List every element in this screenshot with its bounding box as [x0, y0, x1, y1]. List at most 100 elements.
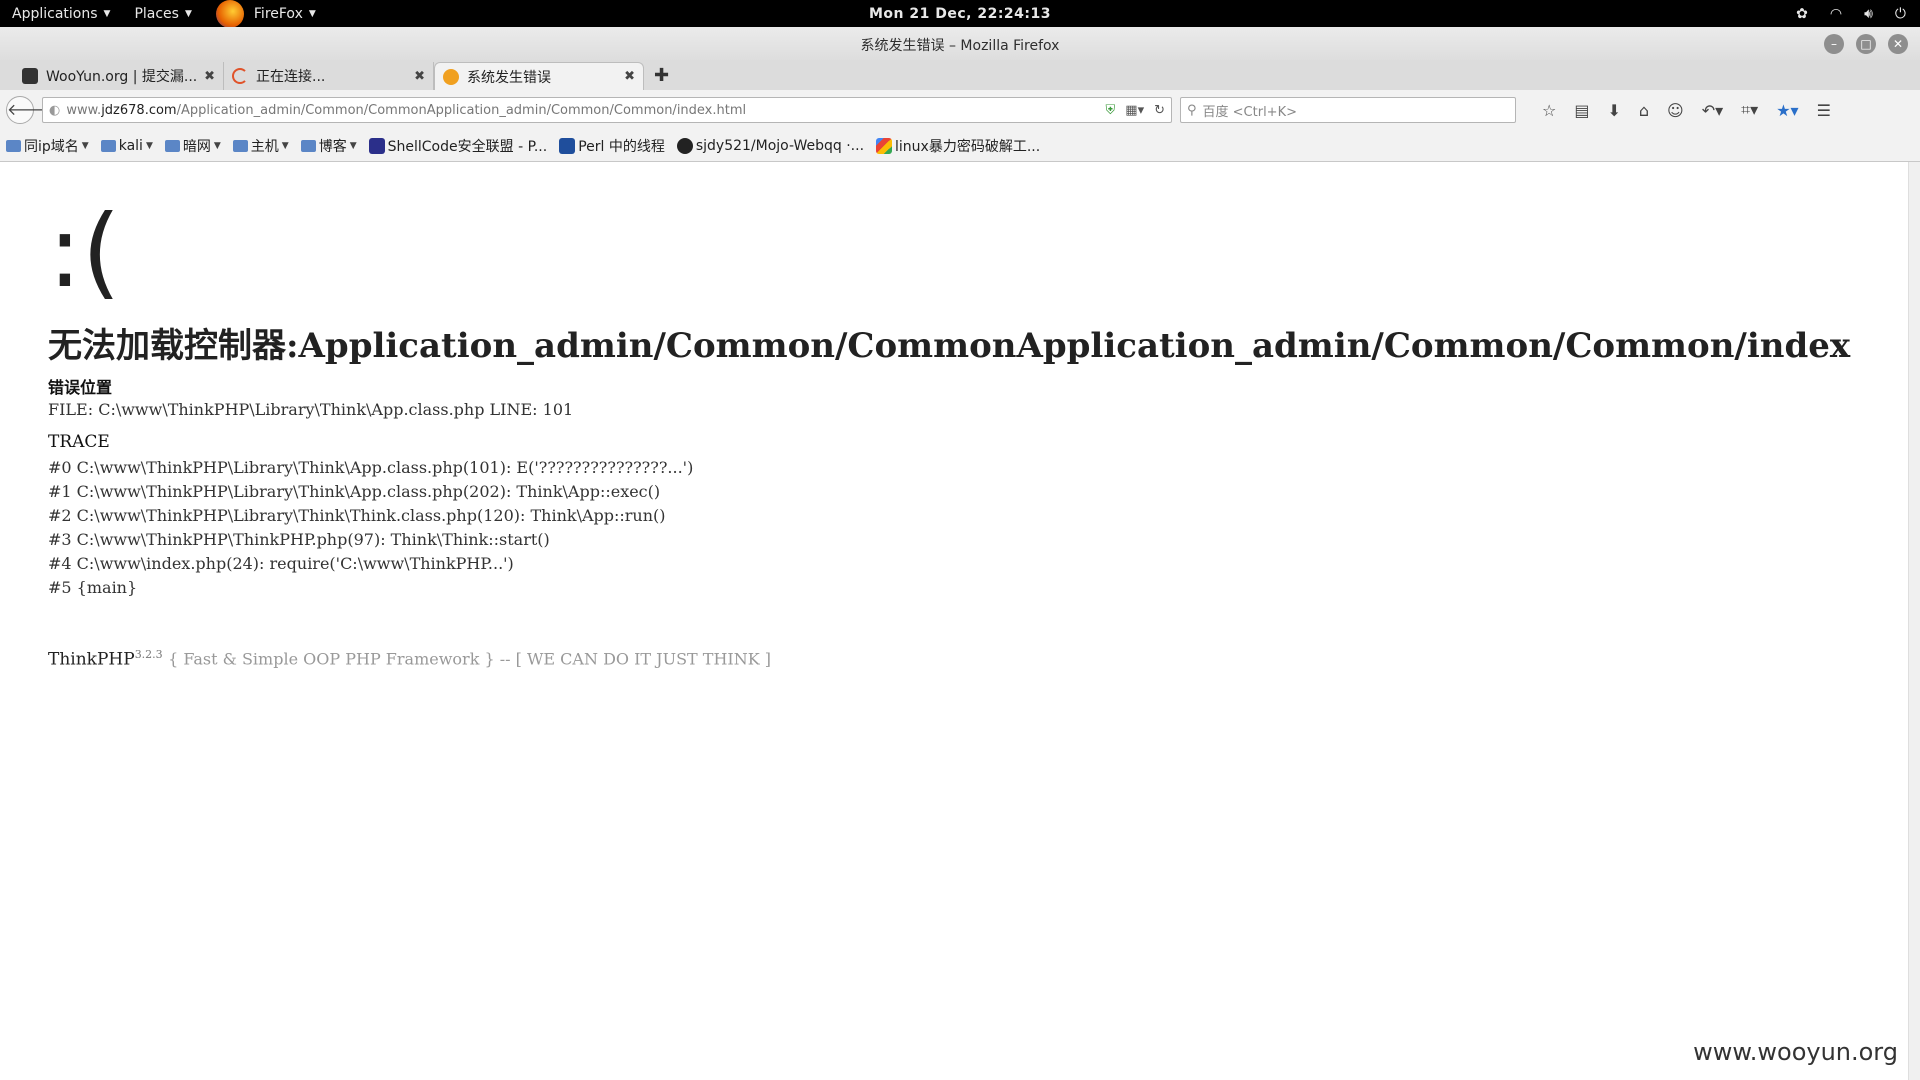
trace-line: #0 C:\www\ThinkPHP\Library\Think\App.cla… — [48, 458, 694, 477]
trace-line: #5 {main} — [48, 578, 138, 597]
chevron-down-icon: ▼ — [349, 140, 357, 151]
bookmark-link[interactable]: Perl 中的线程 — [559, 136, 665, 156]
tab-system-error[interactable]: 系统发生错误 ✖ — [434, 62, 644, 90]
chevron-down-icon: ▼ — [184, 8, 192, 19]
bookmark-folder[interactable]: 主机 ▼ — [232, 136, 289, 156]
chevron-down-icon: ▼ — [103, 8, 111, 19]
google-favicon-icon — [876, 137, 893, 154]
chevron-down-icon: ▼ — [308, 8, 316, 19]
bookmark-label: linux暴力密码破解工... — [895, 138, 1041, 155]
trace-line: #3 C:\www\ThinkPHP\ThinkPHP.php(97): Thi… — [48, 530, 550, 549]
shellcode-favicon-icon — [368, 137, 385, 154]
tab-wooyun[interactable]: WooYun.org | 提交漏... ✖ — [14, 62, 224, 90]
folder-icon — [164, 139, 180, 152]
chevron-down-icon: ▼ — [213, 140, 221, 151]
applications-menu[interactable]: Applications ▼ — [0, 0, 122, 27]
bookmarks-toolbar: 同ip域名 ▼ kali ▼ 暗网 ▼ 主机 ▼ 博客 ▼ ShellCode安全联盟 -… — [0, 130, 1920, 162]
framework-tagline: { Fast & Simple OOP PHP Framework } -- [… — [168, 649, 772, 669]
gnome-top-bar: Applications ▼ Places ▼ FireFox ▼ Mon 21… — [0, 0, 1920, 28]
volume-icon[interactable]: 🔊︎ — [1864, 6, 1873, 22]
search-input[interactable]: 百度 <Ctrl+K> — [1203, 101, 1297, 120]
folder-icon — [100, 139, 116, 152]
site-identity-icon[interactable]: ◐ — [49, 103, 60, 118]
bookmark-label: sjdy521/Mojo-Webqq ·... — [695, 137, 865, 154]
new-tab-button[interactable]: ✚ — [654, 65, 669, 86]
vertical-scrollbar[interactable] — [1908, 162, 1920, 1080]
error-title: 无法加载控制器:Application_admin/Common/CommonA… — [48, 326, 1851, 366]
watermark: www.wooyun.org — [1693, 1038, 1898, 1066]
trace-line: #1 C:\www\ThinkPHP\Library\Think\App.cla… — [48, 482, 661, 501]
chevron-down-icon: ▼ — [281, 140, 289, 151]
github-favicon-icon — [676, 137, 693, 154]
back-button[interactable]: 🡐 — [6, 96, 50, 124]
tab-connecting[interactable]: 正在连接... ✖ — [224, 62, 434, 90]
loading-spinner-icon — [232, 68, 248, 84]
window-controls: – □ ✕ — [1824, 34, 1908, 54]
window-titlebar: 系统发生错误 – Mozilla Firefox – □ ✕ — [0, 27, 1920, 63]
close-tab-icon[interactable]: ✖ — [414, 69, 425, 84]
crop-icon[interactable]: ⌗▾ — [1741, 100, 1758, 120]
bookmark-link[interactable]: ShellCode安全联盟 - P... — [368, 136, 548, 156]
url-domain: jdz678.com — [101, 102, 177, 118]
trace-line: #4 C:\www\index.php(24): require('C:\www… — [48, 554, 514, 573]
clock[interactable]: Mon 21 Dec, 22:24:13 — [869, 6, 1051, 22]
chevron-down-icon: ▼ — [145, 140, 153, 151]
home-icon[interactable]: ⌂ — [1639, 101, 1649, 120]
close-tab-icon[interactable]: ✖ — [624, 69, 635, 84]
ibm-favicon-icon — [559, 137, 576, 154]
reading-list-icon[interactable]: ▤ — [1574, 101, 1589, 120]
site-favicon-icon — [443, 68, 459, 85]
bookmark-folder[interactable]: 同ip域名 ▼ — [6, 136, 89, 156]
undo-icon[interactable]: ↶▾ — [1702, 101, 1723, 120]
toolbar-icons: ☆ ▤ ⬇ ⌂ ☺ ↶▾ ⌗▾ ★▾ ☰ — [1542, 100, 1831, 120]
maximize-button[interactable]: □ — [1856, 34, 1876, 54]
url-text[interactable]: www.jdz678.com/Application_admin/Common/… — [66, 103, 1099, 118]
wooyun-favicon-icon — [22, 68, 38, 84]
bookmark-label: ShellCode安全联盟 - P... — [387, 138, 548, 155]
firefox-app-menu[interactable]: FireFox ▼ — [204, 0, 328, 28]
bookmark-label: 同ip域名 — [24, 138, 79, 155]
bookmark-star-icon[interactable]: ☆ — [1542, 101, 1556, 120]
folder-icon — [6, 139, 21, 152]
bookmark-link[interactable]: sjdy521/Mojo-Webqq ·... — [676, 137, 865, 154]
url-bar[interactable]: ◐ www.jdz678.com/Application_admin/Commo… — [42, 97, 1172, 123]
framework-footer: ThinkPHP3.2.3 { Fast & Simple OOP PHP Fr… — [48, 648, 771, 670]
qr-code-icon[interactable]: ▦▾ — [1125, 103, 1144, 118]
framework-link[interactable]: ThinkPHP — [48, 650, 135, 670]
folder-icon — [300, 139, 316, 152]
places-menu[interactable]: Places ▼ — [122, 0, 203, 27]
chat-icon[interactable]: ☺ — [1667, 101, 1684, 120]
search-bar[interactable]: ⚲ 百度 <Ctrl+K> — [1180, 97, 1516, 123]
bookmark-label: 主机 — [250, 138, 279, 155]
shield-icon[interactable]: ⛨ — [1106, 103, 1116, 118]
close-tab-icon[interactable]: ✖ — [204, 69, 215, 84]
power-icon[interactable]: ⏻ — [1895, 6, 1906, 22]
reload-icon[interactable]: ↻ — [1154, 103, 1165, 118]
bookmark-label: 博客 — [318, 138, 347, 155]
accessibility-icon[interactable]: ✿ — [1796, 6, 1808, 22]
firefox-label: FireFox — [253, 5, 303, 22]
bookmark-folder[interactable]: 暗网 ▼ — [164, 136, 221, 156]
tab-label: 正在连接... — [256, 69, 326, 85]
download-icon[interactable]: ⬇ — [1607, 101, 1620, 120]
bookmark-label: Perl 中的线程 — [578, 138, 665, 155]
applications-label: Applications — [12, 5, 98, 22]
trace-heading: TRACE — [48, 432, 110, 452]
wifi-icon[interactable]: ◠ — [1830, 6, 1842, 22]
navigation-toolbar: 🡐 ◐ www.jdz678.com/Application_admin/Com… — [0, 90, 1920, 130]
places-label: Places — [134, 5, 179, 22]
sad-face: :( — [48, 193, 121, 310]
search-icon: ⚲ — [1187, 102, 1197, 118]
bookmark-link[interactable]: linux暴力密码破解工... — [876, 136, 1040, 156]
tab-label: 系统发生错误 — [467, 69, 551, 86]
bookmark-folder[interactable]: kali ▼ — [100, 138, 153, 154]
url-prefix: www. — [66, 102, 102, 118]
close-window-button[interactable]: ✕ — [1888, 34, 1908, 54]
system-tray: ✿ ◠ 🔊︎ ⏻ — [1796, 6, 1906, 22]
window-title: 系统发生错误 – Mozilla Firefox — [860, 38, 1060, 54]
bookmark-folder[interactable]: 博客 ▼ — [300, 136, 357, 156]
error-location-heading: 错误位置 — [48, 378, 113, 397]
minimize-button[interactable]: – — [1824, 34, 1844, 54]
extension-icon[interactable]: ★▾ — [1776, 101, 1798, 120]
hamburger-menu-icon[interactable]: ☰ — [1817, 101, 1831, 120]
